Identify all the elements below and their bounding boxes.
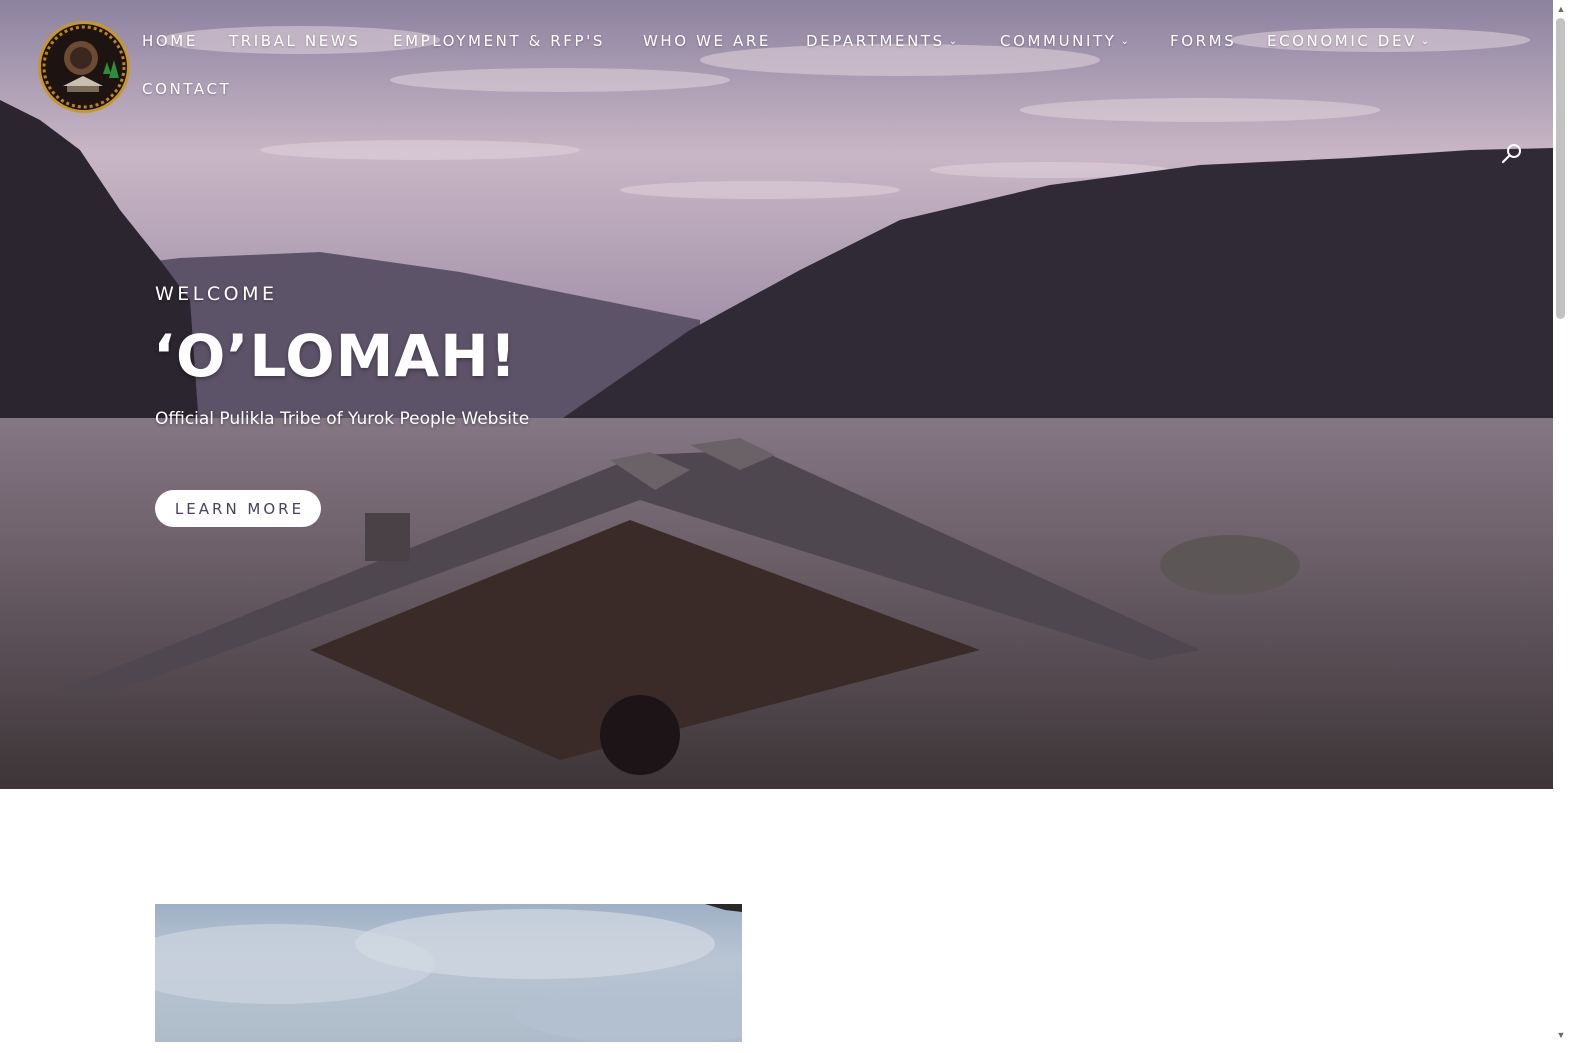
nav-economic-dev[interactable]: ECONOMIC DEV ⌄ — [1267, 32, 1429, 50]
hero-subtitle: Official Pulikla Tribe of Yurok People W… — [155, 409, 530, 429]
nav-community-label: COMMUNITY — [1000, 32, 1117, 50]
tribe-seal-icon — [42, 25, 126, 109]
nav-who-we-are-label: WHO WE ARE — [643, 32, 771, 50]
nav-forms[interactable]: FORMS — [1170, 32, 1236, 50]
nav-departments[interactable]: DEPARTMENTS ⌄ — [806, 32, 957, 50]
content-photo — [155, 904, 742, 1042]
chevron-down-icon: ⌄ — [948, 36, 958, 47]
nav-employment-rfps[interactable]: EMPLOYMENT & RFP'S — [393, 32, 605, 50]
search-icon[interactable] — [1500, 142, 1524, 166]
hero-title: ‘O’LOMAH! — [153, 322, 518, 390]
scroll-up-arrow-icon[interactable]: ▲ — [1553, 2, 1569, 16]
hero-banner: HOME TRIBAL NEWS EMPLOYMENT & RFP'S WHO … — [0, 0, 1553, 789]
scrollbar-thumb[interactable] — [1556, 18, 1565, 319]
nav-contact[interactable]: CONTACT — [142, 80, 231, 98]
nav-departments-label: DEPARTMENTS — [806, 32, 945, 50]
nav-tribal-news[interactable]: TRIBAL NEWS — [229, 32, 360, 50]
chevron-down-icon: ⌄ — [1420, 36, 1430, 47]
scroll-down-arrow-icon[interactable]: ▼ — [1553, 1028, 1569, 1042]
nav-contact-label: CONTACT — [142, 80, 232, 98]
nav-home[interactable]: HOME — [142, 32, 198, 50]
cloudy-sky-image — [155, 904, 742, 1042]
nav-community[interactable]: COMMUNITY ⌄ — [1000, 32, 1129, 50]
nav-employment-label: EMPLOYMENT & RFP'S — [393, 32, 606, 50]
hero-background-image — [0, 0, 1553, 789]
nav-forms-label: FORMS — [1170, 32, 1237, 50]
nav-economic-dev-label: ECONOMIC DEV — [1267, 32, 1417, 50]
learn-more-button[interactable]: LEARN MORE — [155, 490, 321, 527]
nav-home-label: HOME — [142, 32, 198, 50]
nav-who-we-are[interactable]: WHO WE ARE — [643, 32, 771, 50]
chevron-down-icon: ⌄ — [1120, 36, 1129, 47]
tribe-logo[interactable] — [38, 21, 130, 113]
learn-more-label: LEARN MORE — [174, 499, 305, 518]
nav-tribal-news-label: TRIBAL NEWS — [229, 32, 361, 50]
hero-kicker: WELCOME — [155, 283, 278, 305]
